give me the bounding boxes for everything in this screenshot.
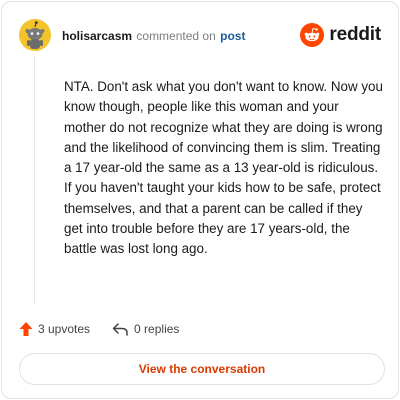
reddit-logo[interactable]: reddit [300, 22, 381, 48]
snoo-avatar-icon [19, 19, 51, 51]
post-link[interactable]: post [220, 29, 245, 43]
upvote-icon [19, 322, 33, 336]
view-conversation-button[interactable]: View the conversation [19, 353, 385, 385]
thread-line [34, 56, 35, 304]
username-link[interactable]: holisarcasm [62, 29, 132, 43]
commented-text: commented on [136, 29, 216, 43]
reddit-logo-icon [300, 23, 325, 47]
comment-header: holisarcasm commented on post reddit [19, 19, 381, 53]
comment-body: NTA. Don't ask what you don't want to kn… [64, 79, 383, 257]
author-line: holisarcasm commented on post [62, 28, 245, 44]
reply-icon [112, 323, 128, 336]
reddit-wordmark: reddit [329, 24, 381, 45]
reply-count: 0 replies [134, 322, 180, 336]
upvote-count: 3 upvotes [38, 322, 91, 336]
comment-actions: 3 upvotes 0 replies [19, 319, 179, 339]
user-avatar[interactable] [19, 19, 51, 51]
comment-card: holisarcasm commented on post reddit NTA… [1, 1, 399, 399]
reply-button[interactable]: 0 replies [112, 322, 179, 336]
upvote-button[interactable]: 3 upvotes [19, 321, 90, 337]
